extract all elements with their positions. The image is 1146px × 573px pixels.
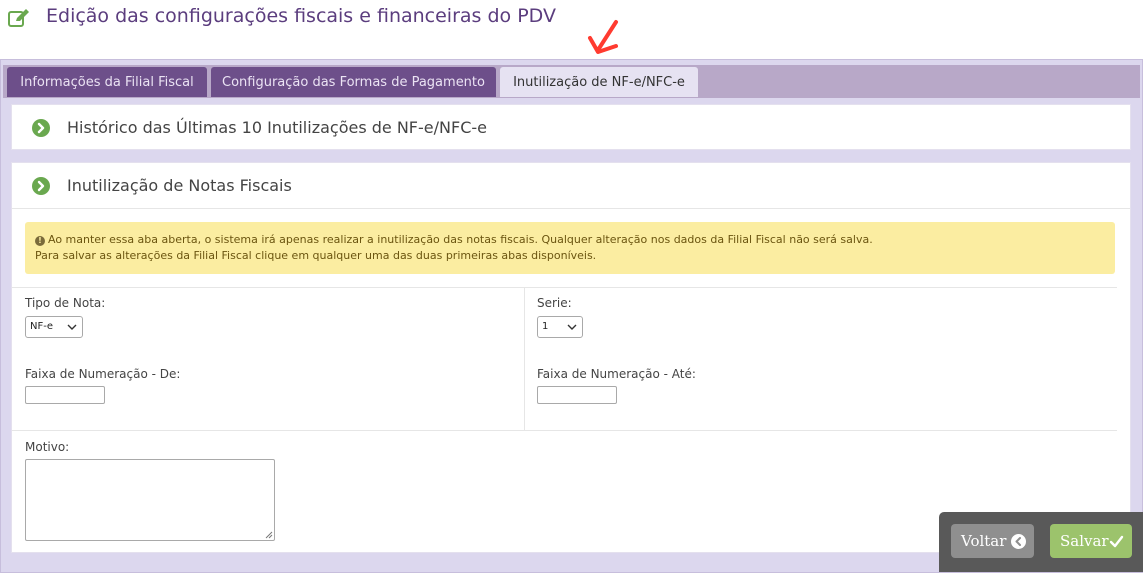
serie-select[interactable]: 1 [537, 316, 583, 338]
invalidation-panel-header[interactable]: Inutilização de Notas Fiscais [12, 163, 1130, 209]
invalidation-panel-title: Inutilização de Notas Fiscais [67, 176, 292, 195]
warning-alert: ! Ao manter essa aba aberta, o sistema ir… [25, 222, 1115, 274]
save-button[interactable]: Salvar [1050, 524, 1132, 558]
tab-label: Inutilização de NF-e/NFC-e [513, 74, 685, 90]
serie-value: 1 [542, 321, 549, 332]
chevron-down-icon [567, 324, 577, 330]
chevron-right-circle-icon [32, 119, 50, 137]
history-panel-title: Histórico das Últimas 10 Inutilizações d… [67, 118, 487, 137]
page-header: Edição das configurações fiscais e finan… [0, 0, 1146, 60]
motivo-textarea[interactable] [25, 459, 275, 541]
tab-inutilizacao[interactable]: Inutilização de NF-e/NFC-e [500, 67, 698, 97]
resize-grip-icon[interactable] [265, 531, 273, 539]
motivo-label: Motivo: [25, 440, 70, 454]
tipo-nota-value: NF-e [30, 321, 53, 332]
tab-formas-pagamento[interactable]: Configuração das Formas de Pagamento [211, 67, 496, 97]
tabs-bar: Informações da Filial Fiscal Configuraçã… [3, 65, 1140, 98]
tipo-nota-label: Tipo de Nota: [25, 296, 106, 310]
divider [12, 430, 1117, 431]
faixa-de-input[interactable] [25, 386, 105, 404]
tab-filial-fiscal[interactable]: Informações da Filial Fiscal [7, 67, 207, 97]
history-panel-header[interactable]: Histórico das Últimas 10 Inutilizações d… [12, 105, 1130, 151]
back-button[interactable]: Voltar [951, 524, 1034, 558]
faixa-de-label: Faixa de Numeração - De: [25, 367, 181, 381]
chevron-down-icon [67, 324, 77, 330]
back-button-label: Voltar [961, 532, 1007, 550]
page-title: Edição das configurações fiscais e finan… [46, 5, 556, 27]
tab-label: Configuração das Formas de Pagamento [222, 74, 485, 90]
annotation-arrow-icon [588, 20, 618, 54]
faixa-ate-label: Faixa de Numeração - Até: [537, 367, 696, 381]
alert-line-2: Para salvar as alterações da Filial Fisc… [35, 249, 597, 262]
faixa-ate-input[interactable] [537, 386, 617, 404]
divider [524, 287, 525, 431]
divider [12, 287, 1117, 288]
save-button-label: Salvar [1060, 532, 1109, 550]
serie-label: Serie: [537, 296, 572, 310]
main-frame: Informações da Filial Fiscal Configuraçã… [0, 59, 1143, 573]
chevron-left-circle-icon [1011, 534, 1026, 549]
tab-label: Informações da Filial Fiscal [20, 74, 194, 90]
invalidation-panel: Inutilização de Notas Fiscais ! Ao manter… [11, 162, 1131, 553]
info-icon: ! [35, 236, 45, 246]
check-icon [1109, 535, 1124, 548]
edit-icon [8, 9, 29, 27]
action-bar: Voltar Salvar [939, 512, 1143, 572]
alert-line-1: Ao manter essa aba aberta, o sistema irá… [48, 233, 873, 246]
chevron-right-circle-icon [32, 177, 50, 195]
tipo-nota-select[interactable]: NF-e [25, 316, 83, 338]
history-panel: Histórico das Últimas 10 Inutilizações d… [11, 104, 1131, 150]
